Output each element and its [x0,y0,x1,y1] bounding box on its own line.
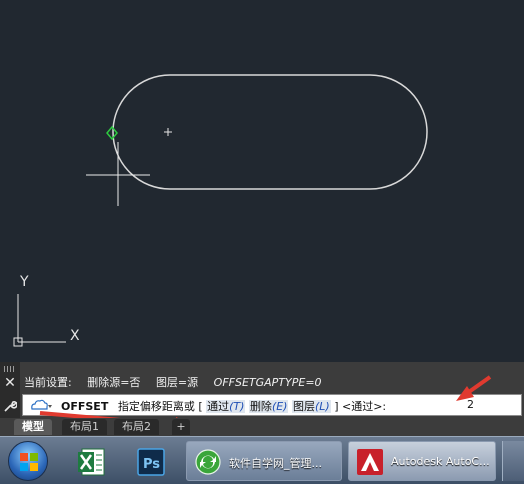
windows-logo-icon [20,453,38,471]
taskbar: Ps 软件自学网_管理... Autodesk AutoC... [0,436,524,484]
photoshop-icon: Ps [137,448,165,476]
tab-model[interactable]: 模型 [14,419,52,435]
autocad-taskbar-button[interactable]: Autodesk AutoC... [348,441,496,481]
autocad-icon [357,449,383,475]
excel-icon [78,448,105,476]
svg-text:Ps: Ps [143,457,160,472]
browser-taskbar-button[interactable]: 软件自学网_管理... [186,441,342,481]
start-button[interactable] [8,441,48,481]
photoshop-taskbar-button[interactable]: Ps [124,443,176,481]
browser-icon [195,449,221,475]
browser-taskbar-label: 软件自学网_管理... [229,457,322,470]
tab-layout2[interactable]: 布局2 [114,419,159,435]
show-desktop-button[interactable] [502,441,524,481]
autocad-taskbar-label: Autodesk AutoC... [391,455,490,468]
excel-taskbar-button[interactable] [66,443,118,481]
tab-layout1[interactable]: 布局1 [62,419,107,435]
add-layout-button[interactable]: + [172,419,190,435]
layout-tabs: 模型 布局1 布局2 + [0,418,524,436]
annotation-arrow-right [456,375,492,401]
